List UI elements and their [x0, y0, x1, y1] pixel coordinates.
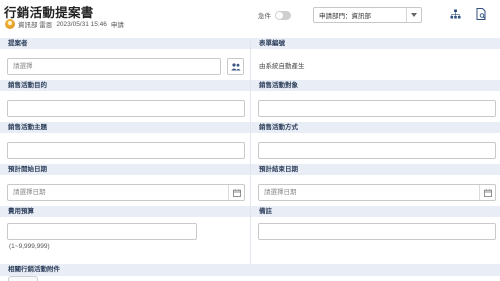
end-date-body: 請選擇日期 [251, 175, 500, 206]
method-cell: 銷售活動方式 [250, 122, 500, 164]
note-label: 備註 [251, 206, 500, 217]
budget-body: (1~9,999,999) [0, 217, 250, 264]
status-badge: 申請 [110, 22, 124, 29]
target-label: 銷售活動對象 [251, 80, 500, 91]
note-input[interactable] [258, 223, 496, 240]
budget-input[interactable] [7, 223, 197, 240]
department-select[interactable]: 申請部門：資訊部 [313, 7, 422, 23]
start-date-body: 請選擇日期 [0, 175, 250, 206]
form-row: 費用預算 (1~9,999,999) 備註 [0, 206, 500, 264]
proposer-input[interactable]: 請選擇 [7, 58, 221, 75]
method-input[interactable] [258, 142, 496, 159]
target-body [251, 91, 500, 122]
start-date-placeholder: 請選擇日期 [13, 189, 46, 196]
end-date-label: 預計結束日期 [251, 164, 500, 175]
target-cell: 銷售活動對象 [250, 80, 500, 122]
urgent-toggle-label: 急件 [258, 13, 271, 20]
applicant-datetime: 2023/05/31 15:46 [56, 20, 107, 28]
budget-cell: 費用預算 (1~9,999,999) [0, 206, 250, 264]
form-number-body: 由系統自動產生 [251, 49, 500, 80]
org-chart-icon[interactable] [449, 8, 461, 20]
urgent-toggle[interactable] [275, 10, 291, 20]
applicant-department: 資訊部 雷恩 [18, 22, 53, 29]
theme-cell: 銷售活動主題 [0, 122, 250, 164]
form-number-cell: 表單編號 由系統自動產生 [250, 38, 500, 80]
method-label: 銷售活動方式 [251, 122, 500, 133]
proposal-form: 提案者 請選擇 表單編號 由系統自動產生 銷售活動目的 銷售活動對象 銷售活動主… [0, 38, 500, 276]
purpose-body [0, 91, 250, 122]
calendar-icon[interactable] [228, 185, 244, 200]
form-row: 提案者 請選擇 表單編號 由系統自動產生 [0, 38, 500, 80]
end-date-input[interactable]: 請選擇日期 [258, 184, 496, 201]
attachments-label: 相關行銷活動附件 [0, 264, 500, 276]
proposer-body: 請選擇 [0, 49, 250, 80]
purpose-input[interactable] [7, 100, 245, 117]
toggle-knob [276, 11, 283, 19]
form-number-label: 表單編號 [251, 38, 500, 49]
form-row: 銷售活動主題 銷售活動方式 [0, 122, 500, 164]
calendar-icon[interactable] [479, 185, 495, 200]
applicant-meta: 資訊部 雷恩 2023/05/31 15:46 申請 [5, 18, 128, 30]
end-date-placeholder: 請選擇日期 [264, 189, 297, 196]
form-row: 銷售活動目的 銷售活動對象 [0, 80, 500, 122]
budget-range-hint: (1~9,999,999) [9, 243, 50, 250]
start-date-input[interactable]: 請選擇日期 [7, 184, 245, 201]
upload-attachment-button[interactable] [8, 276, 38, 281]
purpose-cell: 銷售活動目的 [0, 80, 250, 122]
method-body [251, 133, 500, 164]
theme-label: 銷售活動主題 [0, 122, 250, 133]
proposer-cell: 提案者 請選擇 [0, 38, 250, 80]
proposer-label: 提案者 [0, 38, 250, 49]
note-cell: 備註 [250, 206, 500, 264]
theme-input[interactable] [7, 142, 245, 159]
document-search-icon[interactable] [475, 8, 487, 20]
target-input[interactable] [258, 100, 496, 117]
people-icon [230, 62, 241, 70]
note-body [251, 217, 500, 264]
select-people-button[interactable] [227, 58, 244, 75]
department-select-value: 申請部門：資訊部 [319, 13, 371, 20]
form-row: 預計開始日期 請選擇日期 預計結束日期 請選擇日期 [0, 164, 500, 206]
start-date-cell: 預計開始日期 請選擇日期 [0, 164, 250, 206]
avatar [5, 19, 15, 29]
end-date-cell: 預計結束日期 請選擇日期 [250, 164, 500, 206]
urgent-toggle-group: 急件 [258, 10, 291, 20]
chevron-down-icon[interactable] [406, 8, 421, 22]
purpose-label: 銷售活動目的 [0, 80, 250, 91]
theme-body [0, 133, 250, 164]
start-date-label: 預計開始日期 [0, 164, 250, 175]
budget-label: 費用預算 [0, 206, 250, 217]
form-number-value: 由系統自動產生 [259, 63, 305, 70]
